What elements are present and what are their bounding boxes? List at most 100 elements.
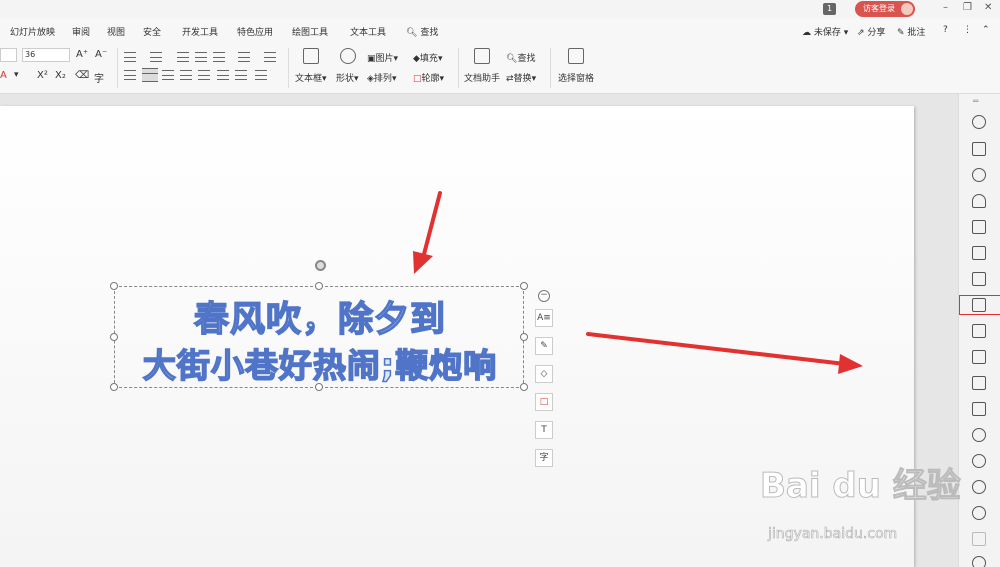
fill-label: 填充 [419,54,438,64]
doc-helper-button[interactable]: 文档助手 [464,71,500,84]
select-pane-icon[interactable] [568,48,584,64]
tab-drawing-tools[interactable]: 绘图工具 [292,25,328,38]
text-box-format-icon[interactable]: T [535,421,553,439]
tab-slideshow[interactable]: 幻灯片放映 [10,25,55,38]
slide-text-line-1[interactable]: 春风吹，除夕到 [115,291,525,342]
share-button[interactable]: ⇗ 分享 [857,25,885,38]
sidebar-grip-icon: ═ [973,97,979,107]
columns-icon[interactable] [213,52,225,62]
align-center-icon[interactable] [142,68,158,82]
settings-icon[interactable] [972,556,986,567]
minimize-icon[interactable]: – [943,2,948,13]
close-icon[interactable]: ✕ [984,2,992,13]
resize-handle[interactable] [110,282,118,290]
justify-icon[interactable] [180,70,192,80]
tab-text-tools[interactable]: 文本工具 [350,25,386,38]
tab-view[interactable]: 视图 [107,25,125,38]
textbox-icon[interactable] [303,48,319,64]
increase-indent-icon[interactable] [195,52,207,62]
unsaved-label: 未保存 [813,28,841,38]
select-pane-button[interactable]: 选择窗格 [558,71,594,84]
fill-button[interactable]: ◆填充▾ [413,51,442,64]
layers-icon[interactable] [972,324,986,338]
phonetic-icon[interactable]: 字 [94,70,104,85]
login-button[interactable]: 访客登录 [855,1,915,17]
find-label: 查找 [517,54,536,64]
archive-icon[interactable] [972,376,986,390]
numbered-list-icon[interactable] [150,52,162,62]
font-size-field[interactable]: 36 [22,48,70,62]
font-name-field[interactable] [0,48,17,62]
speaker-icon[interactable] [972,428,986,442]
shrink-font-icon[interactable]: A⁻ [95,49,107,60]
properties-icon[interactable] [972,298,986,312]
outline-box-icon[interactable]: □ [535,393,553,411]
outline-button[interactable]: □轮廓▾ [413,71,444,84]
replace-button[interactable]: ⇄替换▾ [506,71,536,84]
decrease-indent-icon[interactable] [177,52,189,62]
paragraph-icon[interactable] [255,70,267,80]
align-text-icon[interactable] [264,52,276,62]
triangle-icon[interactable] [972,194,986,208]
tab-security[interactable]: 安全 [143,25,161,38]
font-color-icon[interactable]: A [0,70,7,81]
title-bar: 1 访客登录 – ❐ ✕ [0,0,1000,18]
pin-icon[interactable] [972,115,986,129]
text-style-button[interactable]: A≡ [535,309,553,327]
bullet-list-icon[interactable] [124,52,136,62]
picture-button[interactable]: ▣图片▾ [367,51,398,64]
image-icon[interactable] [972,402,986,416]
cube-icon[interactable] [972,532,986,546]
char-format-icon[interactable]: 字 [535,449,553,467]
paragraph-spacing-icon[interactable] [235,70,247,80]
picture-label: 图片 [375,54,394,64]
eraser-icon[interactable]: ⌫ [75,70,89,81]
float-toolbar-collapse-icon[interactable]: − [538,290,550,302]
find-button[interactable]: 🔍︎查找 [506,51,535,64]
shape-button[interactable]: 形状▾ [336,71,359,84]
collapse-ribbon-icon[interactable]: ⌃ [982,25,990,35]
tab-developer[interactable]: 开发工具 [182,25,218,38]
pen-icon[interactable]: ✎ [535,337,553,355]
outline-icon: □ [413,74,422,84]
shapes-icon[interactable] [972,168,986,182]
doc-helper-icon[interactable] [474,48,490,64]
distribute-icon[interactable] [198,70,210,80]
resize-handle[interactable] [520,282,528,290]
chart-icon[interactable] [972,272,986,286]
align-left-icon[interactable] [124,70,136,80]
align-right-icon[interactable] [162,70,174,80]
replace-icon: ⇄ [506,74,514,84]
tab-review[interactable]: 审阅 [72,25,90,38]
grid-icon[interactable] [972,246,986,260]
restore-icon[interactable]: ❐ [963,2,972,13]
font-color-arrow-icon[interactable]: ▾ [14,70,19,80]
table-icon[interactable] [972,220,986,234]
tab-special[interactable]: 特色应用 [237,25,273,38]
line-spacing-icon[interactable] [217,70,229,80]
selected-textbox[interactable]: 春风吹，除夕到 大街小巷好热闹;鞭炮响 [110,260,528,391]
copy-icon[interactable] [972,142,986,156]
resize-handle[interactable] [315,282,323,290]
arrange-button[interactable]: ◈排列▾ [367,71,396,84]
slide-text-line-2[interactable]: 大街小巷好热闹;鞭炮响 [115,339,525,387]
shape-icon[interactable] [340,48,356,64]
subscript-icon[interactable]: X₂ [55,70,66,81]
menu-search[interactable]: 🔍︎ 查找 [406,25,438,38]
rotate-handle-icon[interactable] [315,260,326,271]
text-direction-icon[interactable] [238,52,250,62]
share-icon[interactable] [972,350,986,364]
comment-button[interactable]: ✎ 批注 [897,25,925,38]
fill-bucket-icon[interactable]: ◇ [535,365,553,383]
superscript-icon[interactable]: X² [37,70,48,81]
help-button[interactable]: ? [943,25,948,35]
more-icon[interactable]: ⋮ [963,25,972,35]
grow-font-icon[interactable]: A⁺ [76,49,88,60]
help-icon[interactable] [972,506,986,520]
textbox-button[interactable]: 文本框▾ [295,71,327,84]
divider [288,48,289,88]
history-icon[interactable] [972,480,986,494]
unsaved-button[interactable]: ☁ 未保存 ▾ [802,25,848,38]
picture-icon: ▣ [367,54,376,64]
navigate-icon[interactable] [972,454,986,468]
